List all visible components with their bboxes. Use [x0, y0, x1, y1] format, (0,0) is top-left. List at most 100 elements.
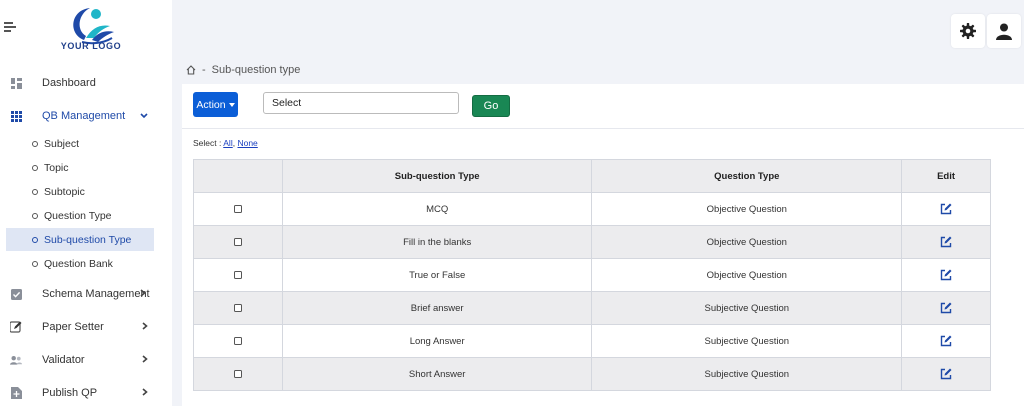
edit-icon[interactable] [940, 335, 952, 347]
menu-toggle-icon[interactable] [4, 20, 16, 34]
question-type-cell: Subjective Question [591, 291, 903, 325]
sidebar-item-validator[interactable]: Validator [0, 347, 172, 373]
breadcrumb: - Sub-question type [186, 64, 300, 76]
sidebar-subitem-sub-question-type[interactable]: Sub-question Type [6, 228, 154, 251]
sidebar-item-label: QB Management [42, 110, 126, 122]
chevron-right-icon [140, 288, 146, 300]
select-links: Select : All, None [193, 138, 258, 148]
sidebar-item-paper-setter[interactable]: Paper Setter [0, 314, 172, 340]
edit-cell [901, 258, 991, 292]
edit-cell [901, 291, 991, 325]
sidebar-item-label: Paper Setter [42, 321, 104, 333]
sidebar-item-label: Publish QP [42, 387, 98, 399]
sidebar-subitem-label: Sub-question Type [44, 233, 132, 246]
edit-icon[interactable] [940, 236, 952, 248]
action-label: Action [196, 98, 226, 111]
dashboard-icon [10, 77, 22, 89]
sidebar-subitem-subtopic[interactable]: Subtopic [6, 180, 154, 203]
edit-cell [901, 192, 991, 226]
bullet-icon [32, 212, 38, 219]
bullet-icon [32, 164, 38, 171]
question-type-cell: Objective Question [591, 192, 903, 226]
sidebar-subitem-label: Question Bank [44, 257, 113, 270]
chevron-right-icon [142, 354, 148, 366]
main-panel: Action Go Select : All, None Sub-questio… [182, 84, 1024, 406]
row-select-cell [193, 225, 283, 259]
sidebar-subitem-question-type[interactable]: Question Type [6, 204, 154, 227]
sidebar-subitem-topic[interactable]: Topic [6, 156, 154, 179]
table-row: Short Answer Subjective Question [193, 357, 991, 391]
question-type-cell: Objective Question [591, 258, 903, 292]
row-checkbox[interactable] [233, 369, 242, 378]
user-icon [996, 23, 1012, 40]
sidebar-item-publish-qp[interactable]: Publish QP [0, 380, 172, 406]
row-select-cell [193, 291, 283, 325]
sub-question-type-cell: MCQ [281, 192, 593, 226]
column-header-edit: Edit [901, 159, 991, 193]
sidebar-item-label: Schema Management [42, 288, 150, 300]
sub-question-type-cell: Long Answer [281, 324, 593, 358]
row-checkbox[interactable] [233, 270, 242, 279]
edit-cell [901, 357, 991, 391]
select-none-link[interactable]: None [237, 138, 257, 148]
home-icon[interactable] [186, 65, 196, 75]
sidebar-item-qb-management[interactable]: QB Management [0, 103, 172, 129]
publish-icon [10, 387, 22, 399]
bullet-icon [32, 260, 38, 267]
table-row: Brief answer Subjective Question [193, 291, 991, 325]
edit-cell [901, 225, 991, 259]
gear-icon [960, 23, 976, 39]
sub-question-type-cell: Short Answer [281, 357, 593, 391]
users-icon [10, 354, 22, 366]
table-header-row: Sub-question Type Question Type Edit [193, 159, 991, 193]
row-select-cell [193, 324, 283, 358]
bullet-icon [32, 140, 38, 147]
row-select-cell [193, 357, 283, 391]
breadcrumb-separator: - [202, 64, 206, 76]
logo-text: YOUR LOGO [60, 41, 122, 51]
sidebar-subitem-label: Subtopic [44, 185, 85, 198]
row-checkbox[interactable] [233, 237, 242, 246]
edit-icon[interactable] [940, 203, 952, 215]
profile-button[interactable] [987, 14, 1021, 48]
pen-icon [10, 321, 22, 333]
sidebar-subitem-label: Subject [44, 137, 80, 150]
row-checkbox[interactable] [233, 204, 242, 213]
divider [182, 128, 1024, 129]
chevron-down-icon [140, 111, 148, 122]
column-header-question-type[interactable]: Question Type [591, 159, 903, 193]
settings-button[interactable] [951, 14, 985, 48]
select-all-link[interactable]: All [223, 138, 232, 148]
sidebar-item-label: Dashboard [42, 77, 96, 89]
sidebar-item-schema-management[interactable]: Schema Management [0, 281, 172, 307]
question-type-cell: Objective Question [591, 225, 903, 259]
table-row: Long Answer Subjective Question [193, 324, 991, 358]
edit-icon[interactable] [940, 368, 952, 380]
sub-question-type-table: Sub-question Type Question Type Edit MCQ… [193, 159, 991, 391]
action-dropdown-button[interactable]: Action [193, 92, 238, 117]
select-input[interactable] [263, 92, 459, 114]
question-type-cell: Subjective Question [591, 324, 903, 358]
table-row: Fill in the blanks Objective Question [193, 225, 991, 259]
column-header-select [193, 159, 283, 193]
row-checkbox[interactable] [233, 303, 242, 312]
grid-icon [10, 110, 22, 122]
row-checkbox[interactable] [233, 336, 242, 345]
go-button[interactable]: Go [472, 95, 510, 117]
sub-question-type-cell: Fill in the blanks [281, 225, 593, 259]
row-select-cell [193, 192, 283, 226]
sidebar-subitem-question-bank[interactable]: Question Bank [6, 252, 154, 275]
sidebar: YOUR LOGO Dashboard QB Management Subjec… [0, 0, 172, 406]
edit-icon[interactable] [940, 269, 952, 281]
sidebar-subitem-subject[interactable]: Subject [6, 132, 154, 155]
column-header-sub-question-type[interactable]: Sub-question Type [281, 159, 593, 193]
caret-down-icon [228, 102, 235, 107]
question-type-cell: Subjective Question [591, 357, 903, 391]
table-row: MCQ Objective Question [193, 192, 991, 226]
sidebar-item-dashboard[interactable]: Dashboard [0, 70, 172, 96]
sub-question-type-cell: Brief answer [281, 291, 593, 325]
breadcrumb-current: Sub-question type [211, 64, 301, 76]
row-select-cell [193, 258, 283, 292]
edit-icon[interactable] [940, 302, 952, 314]
bullet-icon [32, 188, 38, 195]
